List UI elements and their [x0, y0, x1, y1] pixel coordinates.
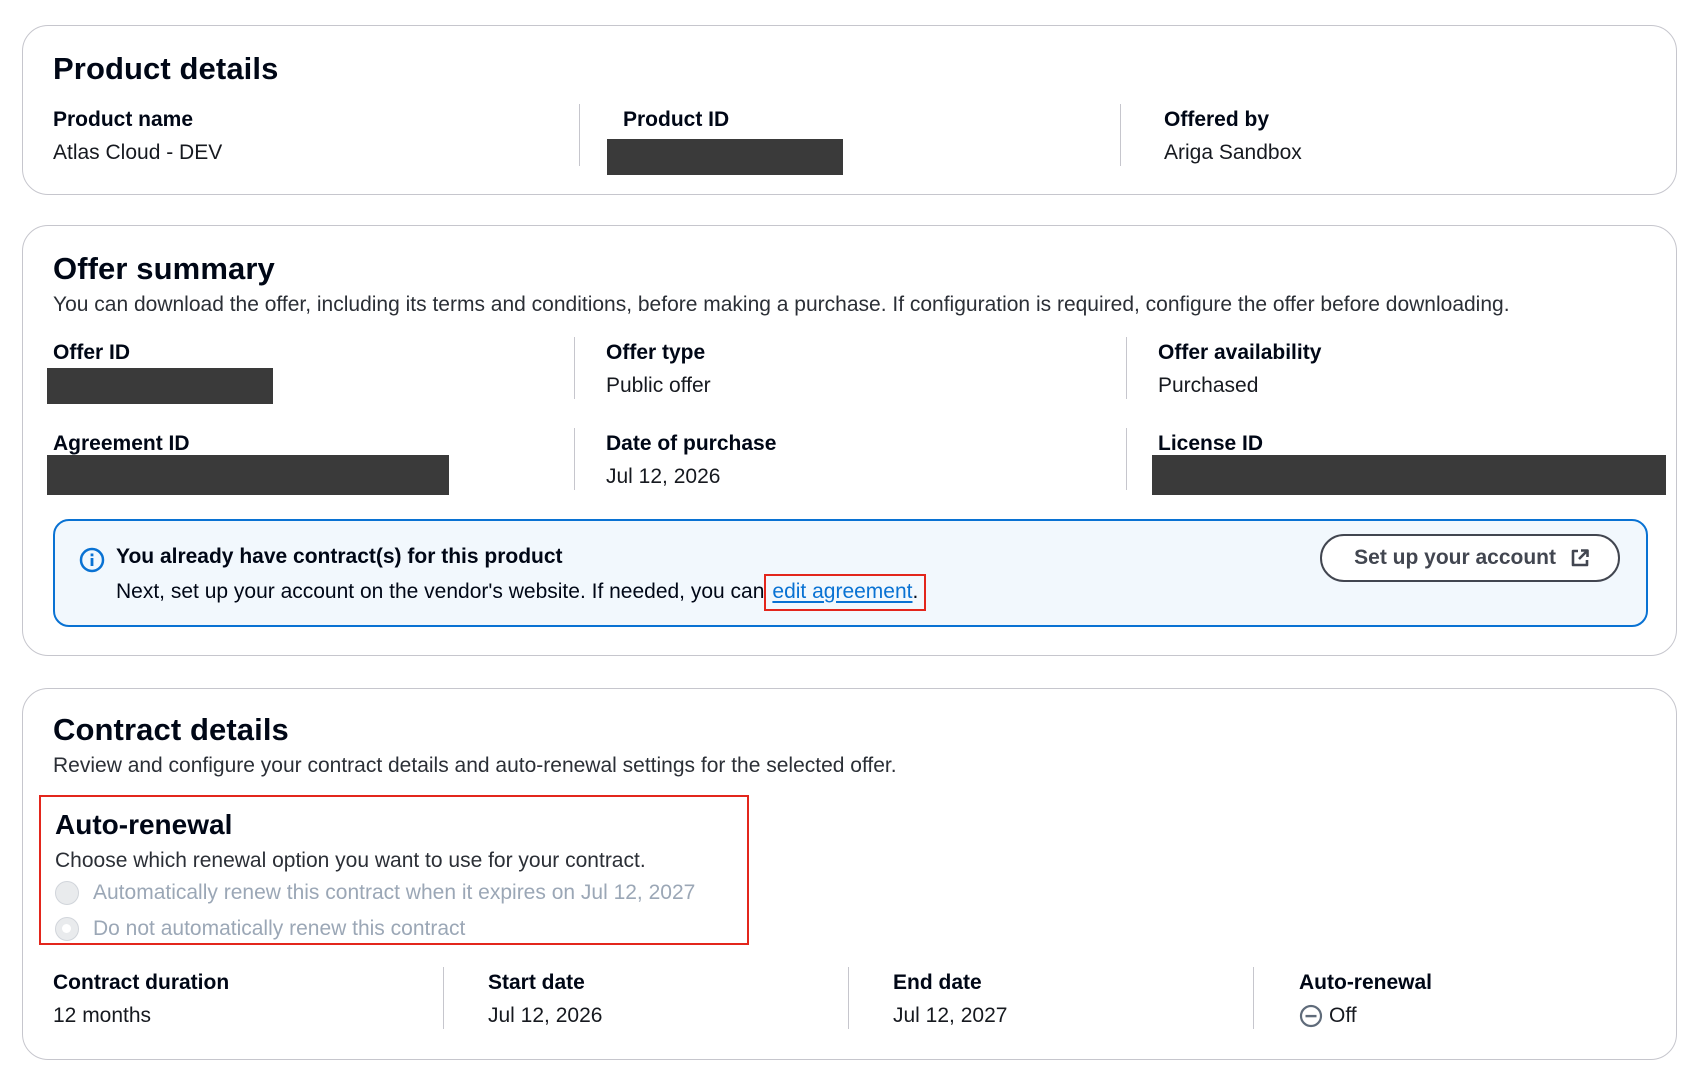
start-date-label: Start date — [488, 971, 585, 994]
offer-availability-value: Purchased — [1158, 374, 1259, 397]
contract-duration-value: 12 months — [53, 1004, 152, 1027]
contract-details-description: Review and configure your contract detai… — [53, 754, 897, 777]
date-of-purchase-label: Date of purchase — [606, 432, 777, 455]
contract-details-title: Contract details — [53, 712, 289, 747]
product-name-field: Product name Atlas Cloud - DEV — [53, 108, 222, 165]
date-of-purchase-field: Date of purchase Jul 12, 2026 — [606, 432, 776, 489]
alert-body-text: Next, set up your account on the vendor'… — [116, 580, 765, 603]
product-details-title: Product details — [53, 51, 279, 86]
product-id-redacted — [607, 139, 843, 175]
offered-by-label: Offered by — [1164, 108, 1270, 131]
auto-renewal-description: Choose which renewal option you want to … — [55, 849, 646, 872]
divider — [579, 104, 580, 166]
license-id-label: License ID — [1158, 432, 1264, 455]
existing-contract-alert: You already have contract(s) for this pr… — [53, 519, 1648, 627]
offer-summary-description: You can download the offer, including it… — [53, 293, 1510, 316]
agreement-id-redacted — [47, 455, 449, 495]
end-date-field: End date Jul 12, 2027 — [893, 971, 1007, 1028]
product-details-card: Product details Product name Atlas Cloud… — [22, 25, 1677, 195]
divider — [848, 967, 849, 1029]
offer-type-field: Offer type Public offer — [606, 341, 711, 398]
end-date-value: Jul 12, 2027 — [893, 1004, 1008, 1027]
info-icon — [79, 547, 105, 573]
license-id-redacted — [1152, 455, 1666, 495]
divider — [443, 967, 444, 1029]
license-id-field: License ID — [1158, 432, 1263, 456]
date-of-purchase-value: Jul 12, 2026 — [606, 465, 721, 488]
offer-availability-label: Offer availability — [1158, 341, 1322, 364]
minus-circle-icon — [1299, 1004, 1323, 1028]
offer-id-field: Offer ID — [53, 341, 130, 365]
auto-renewal-status-field: Auto-renewal Off — [1299, 971, 1432, 1028]
offer-type-label: Offer type — [606, 341, 706, 364]
contract-duration-field: Contract duration 12 months — [53, 971, 229, 1028]
divider — [574, 428, 575, 490]
auto-renewal-status-label: Auto-renewal — [1299, 971, 1433, 994]
radio-button[interactable] — [55, 881, 79, 905]
auto-renew-option[interactable]: Automatically renew this contract when i… — [55, 881, 695, 905]
divider — [1126, 337, 1127, 399]
divider — [1126, 428, 1127, 490]
divider — [574, 337, 575, 399]
external-link-icon — [1571, 549, 1589, 567]
no-auto-renew-option[interactable]: Do not automatically renew this contract — [55, 917, 465, 941]
contract-duration-label: Contract duration — [53, 971, 230, 994]
alert-body-suffix: . — [912, 580, 919, 603]
auto-renewal-title: Auto-renewal — [55, 809, 233, 840]
offer-id-redacted — [47, 368, 273, 404]
offer-id-label: Offer ID — [53, 341, 131, 364]
set-up-account-button[interactable]: Set up your account — [1320, 534, 1620, 582]
offer-summary-title: Offer summary — [53, 251, 275, 286]
product-id-label: Product ID — [623, 108, 730, 131]
offer-summary-card: Offer summary You can download the offer… — [22, 225, 1677, 656]
alert-title: You already have contract(s) for this pr… — [116, 545, 563, 568]
contract-details-card: Contract details Review and configure yo… — [22, 688, 1677, 1060]
edit-agreement-link[interactable]: edit agreement — [772, 580, 912, 603]
start-date-field: Start date Jul 12, 2026 — [488, 971, 602, 1028]
product-name-label: Product name — [53, 108, 194, 131]
end-date-label: End date — [893, 971, 982, 994]
offer-type-value: Public offer — [606, 374, 711, 397]
agreement-id-label: Agreement ID — [53, 432, 190, 455]
divider — [1120, 104, 1121, 166]
start-date-value: Jul 12, 2026 — [488, 1004, 603, 1027]
product-name-value: Atlas Cloud - DEV — [53, 141, 223, 164]
offered-by-field: Offered by Ariga Sandbox — [1164, 108, 1302, 165]
auto-renewal-section: Auto-renewal Choose which renewal option… — [39, 795, 749, 945]
agreement-id-field: Agreement ID — [53, 432, 190, 456]
radio-button-selected[interactable] — [55, 917, 79, 941]
product-id-field: Product ID — [623, 108, 729, 132]
auto-renew-option-label: Automatically renew this contract when i… — [93, 881, 696, 904]
auto-renewal-status-text: Off — [1329, 1004, 1357, 1027]
alert-body: Next, set up your account on the vendor'… — [116, 574, 927, 611]
no-auto-renew-option-label: Do not automatically renew this contract — [93, 917, 466, 940]
offered-by-value: Ariga Sandbox — [1164, 141, 1302, 164]
divider — [1253, 967, 1254, 1029]
auto-renewal-status-value: Off — [1299, 1004, 1432, 1028]
edit-agreement-highlight: edit agreement. — [764, 574, 927, 611]
offer-availability-field: Offer availability Purchased — [1158, 341, 1321, 398]
set-up-account-label: Set up your account — [1354, 546, 1556, 569]
